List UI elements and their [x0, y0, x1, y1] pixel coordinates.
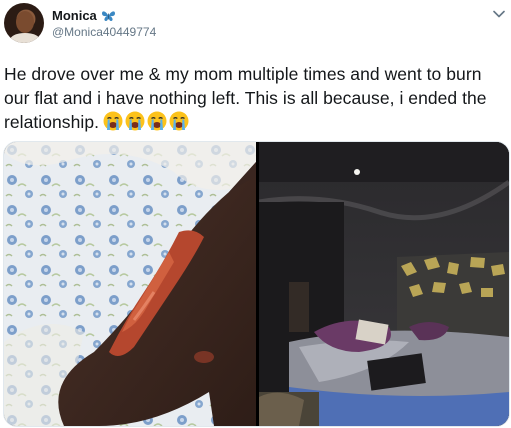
burned-arm-photo[interactable] — [4, 142, 256, 426]
name-row[interactable]: Monica — [52, 8, 116, 23]
emoji-row — [103, 111, 189, 131]
user-handle[interactable]: @Monica40449774 — [52, 25, 156, 39]
burned-bedroom-photo[interactable] — [259, 142, 509, 426]
sob-icon — [125, 111, 145, 131]
avatar-face — [16, 11, 34, 33]
avatar[interactable] — [4, 3, 44, 43]
sob-icon — [147, 111, 167, 131]
tweet-card[interactable]: Monica @Monica40449774 He drove over me … — [0, 0, 511, 428]
tweet-text: He drove over me & my mom multiple times… — [4, 62, 506, 134]
media-grid — [3, 141, 510, 427]
display-name[interactable]: Monica — [52, 8, 97, 23]
sob-icon — [103, 111, 123, 131]
burned-arm-illustration — [4, 142, 256, 426]
butterfly-icon — [101, 10, 115, 21]
burned-bedroom-illustration — [259, 142, 509, 426]
sob-icon — [169, 111, 189, 131]
tweet-body: He drove over me & my mom multiple times… — [4, 64, 487, 132]
avatar-shirt — [10, 33, 40, 43]
chevron-down-icon[interactable] — [493, 10, 505, 18]
